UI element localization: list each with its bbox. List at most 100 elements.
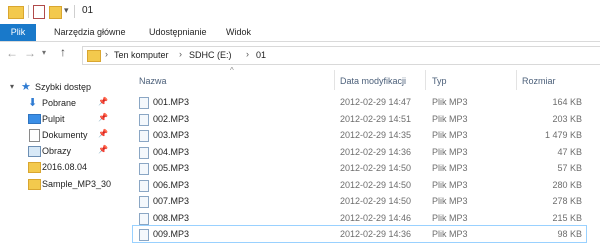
file-type: Plik MP3 [432, 97, 468, 107]
file-type: Plik MP3 [432, 163, 468, 173]
table-row[interactable]: 002.MP3 2012-02-29 14:51 Plik MP3 203 KB [133, 111, 586, 127]
back-arrow-icon[interactable]: ← [6, 46, 18, 60]
table-row[interactable]: 009.MP3 2012-02-29 14:36 Plik MP3 98 KB [132, 225, 587, 243]
pin-icon[interactable]: 📌 [98, 129, 108, 138]
file-date: 2012-02-29 14:50 [340, 180, 412, 190]
nav-item-desktop[interactable]: Pulpit [42, 111, 65, 127]
nav-item-downloads[interactable]: Pobrane [42, 95, 76, 111]
column-header-name[interactable]: Nazwa [139, 76, 167, 86]
audio-file-icon [139, 213, 149, 225]
breadcrumb-current[interactable]: 01 [256, 50, 266, 60]
download-icon: ⬇ [28, 97, 38, 109]
chevron-down-icon[interactable]: ▾ [10, 82, 14, 91]
tab-view[interactable]: Widok [226, 24, 251, 41]
audio-file-icon [139, 130, 149, 142]
table-row[interactable]: 008.MP3 2012-02-29 14:46 Plik MP3 215 KB [133, 210, 586, 226]
nav-item-sample-mp3[interactable]: Sample_MP3_30 [42, 176, 111, 192]
table-row[interactable]: 001.MP3 2012-02-29 14:47 Plik MP3 164 KB [133, 94, 586, 110]
folder-icon [28, 162, 41, 173]
file-date: 2012-02-29 14:35 [340, 130, 412, 140]
pin-icon[interactable]: 📌 [98, 145, 108, 154]
table-row[interactable]: 007.MP3 2012-02-29 14:50 Plik MP3 278 KB [133, 193, 586, 209]
file-size: 280 KB [552, 180, 582, 190]
up-arrow-icon[interactable]: ↑ [60, 45, 66, 59]
tab-file[interactable]: Plik [0, 24, 36, 41]
nav-label: Dokumenty [42, 130, 88, 140]
audio-file-icon [139, 97, 149, 109]
folder-icon [8, 6, 24, 19]
file-name: 008.MP3 [153, 213, 190, 223]
audio-file-icon [139, 196, 149, 208]
audio-file-icon [139, 114, 149, 126]
nav-item-folder-2016-08-04[interactable]: 2016.08.04 [42, 159, 87, 175]
chevron-down-icon[interactable]: ▾ [64, 5, 69, 16]
pictures-icon [28, 146, 41, 157]
breadcrumb-drive[interactable]: SDHC (E:) [189, 50, 232, 60]
recent-chevron-icon[interactable]: ▾ [42, 48, 46, 57]
nav-label: Obrazy [42, 146, 72, 156]
documents-icon [29, 129, 40, 142]
nav-item-quick-access[interactable]: Szybki dostęp [35, 79, 91, 95]
breadcrumb-separator-icon: › [179, 49, 182, 59]
nav-label: Pobrane [42, 98, 77, 108]
pin-icon[interactable]: 📌 [98, 113, 108, 122]
file-date: 2012-02-29 14:46 [340, 213, 412, 223]
file-size: 164 KB [552, 97, 582, 107]
audio-file-icon [139, 147, 149, 159]
table-row[interactable]: 006.MP3 2012-02-29 14:50 Plik MP3 280 KB [133, 177, 586, 193]
nav-label: Szybki dostęp [35, 82, 92, 92]
file-size: 203 KB [552, 114, 582, 124]
file-date: 2012-02-29 14:50 [340, 163, 412, 173]
column-header-type[interactable]: Typ [432, 76, 447, 86]
table-row[interactable]: 004.MP3 2012-02-29 14:36 Plik MP3 47 KB [133, 144, 586, 160]
title-bar: ▾ 01 [0, 0, 600, 24]
address-bar[interactable]: › Ten komputer › SDHC (E:) › 01 [82, 46, 600, 65]
file-date: 2012-02-29 14:47 [340, 97, 412, 107]
table-row[interactable]: 003.MP3 2012-02-29 14:35 Plik MP3 1 479 KB [133, 127, 586, 143]
file-name: 009.MP3 [153, 229, 190, 239]
divider [74, 5, 75, 18]
file-date: 2012-02-29 14:51 [340, 114, 412, 124]
file-name: 003.MP3 [153, 130, 190, 140]
forward-arrow-icon[interactable]: → [24, 46, 36, 60]
column-divider[interactable] [516, 70, 517, 90]
pin-icon[interactable]: 📌 [98, 97, 108, 106]
file-name: 005.MP3 [153, 163, 190, 173]
divider [28, 5, 29, 18]
file-type: Plik MP3 [432, 229, 468, 239]
file-type: Plik MP3 [432, 196, 468, 206]
folder-icon [87, 50, 101, 62]
folder-icon [28, 179, 41, 190]
file-size: 98 KB [557, 229, 582, 239]
file-size: 215 KB [552, 213, 582, 223]
audio-file-icon [139, 163, 149, 175]
table-row[interactable]: 005.MP3 2012-02-29 14:50 Plik MP3 57 KB [133, 160, 586, 176]
file-date: 2012-02-29 14:36 [340, 147, 412, 157]
tab-home[interactable]: Narzędzia główne [54, 24, 126, 41]
file-name: 001.MP3 [153, 97, 190, 107]
breadcrumb-this-pc[interactable]: Ten komputer [114, 50, 169, 60]
file-type: Plik MP3 [432, 130, 468, 140]
file-size: 47 KB [557, 147, 582, 157]
new-folder-icon[interactable] [49, 6, 62, 19]
properties-icon[interactable] [33, 5, 45, 19]
window-title: 01 [82, 5, 94, 16]
nav-label: Pulpit [42, 114, 65, 124]
nav-item-pictures[interactable]: Obrazy [42, 143, 71, 159]
file-type: Plik MP3 [432, 147, 468, 157]
column-header-size[interactable]: Rozmiar [522, 76, 556, 86]
audio-file-icon [139, 180, 149, 192]
file-name: 007.MP3 [153, 196, 190, 206]
file-name: 006.MP3 [153, 180, 190, 190]
nav-label: 2016.08.04 [42, 162, 88, 172]
star-icon: ★ [21, 81, 31, 93]
tab-share[interactable]: Udostępnianie [149, 24, 207, 41]
column-header-date[interactable]: Data modyfikacji [340, 76, 406, 86]
file-size: 57 KB [557, 163, 582, 173]
nav-item-documents[interactable]: Dokumenty [42, 127, 88, 143]
sort-indicator-icon: ^ [230, 66, 234, 75]
file-type: Plik MP3 [432, 114, 468, 124]
column-divider[interactable] [334, 70, 335, 90]
breadcrumb-separator-icon: › [246, 49, 249, 59]
column-divider[interactable] [425, 70, 426, 90]
